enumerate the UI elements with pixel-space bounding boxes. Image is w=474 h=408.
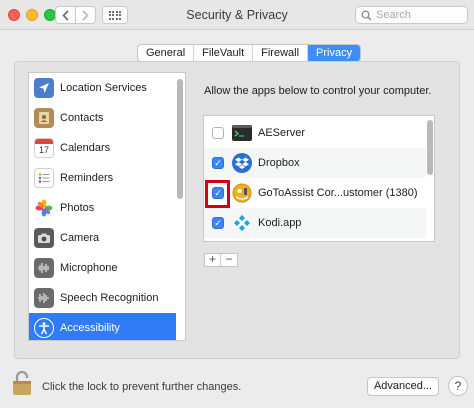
sidebar-item-photos[interactable]: Photos	[29, 193, 176, 223]
add-remove-control: + −	[204, 253, 238, 267]
app-name: GoToAssist Cor...ustomer (1380)	[258, 187, 418, 199]
app-name: Kodi.app	[258, 217, 302, 229]
sidebar-item-label: Reminders	[60, 172, 114, 184]
calendar-icon: 17	[34, 138, 54, 158]
app-checkbox-dropbox[interactable]: ✓	[212, 157, 224, 169]
photos-flower-icon	[34, 198, 54, 218]
microphone-waveform-icon	[34, 258, 54, 278]
sidebar-item-contacts[interactable]: Contacts	[29, 103, 176, 133]
sidebar-item-label: Accessibility	[60, 322, 120, 334]
help-button[interactable]: ?	[448, 376, 468, 396]
lock-text: Click the lock to prevent further change…	[42, 381, 242, 393]
app-row-kodi[interactable]: ✓ Kodi.app	[204, 208, 426, 238]
tab-general[interactable]: General	[138, 45, 195, 61]
sidebar-item-calendars[interactable]: 17 Calendars	[29, 133, 176, 163]
sidebar-item-label: Speech Recognition	[60, 292, 159, 304]
tab-filevault[interactable]: FileVault	[194, 45, 254, 61]
app-row-aeserver[interactable]: AEServer	[204, 118, 426, 148]
gotoassist-icon	[232, 183, 252, 203]
lock-icon[interactable]	[12, 370, 32, 396]
terminal-icon	[232, 123, 252, 143]
sidebar-item-label: Microphone	[60, 262, 118, 274]
title-bar: Security & Privacy	[0, 0, 474, 30]
app-checkbox-aeserver[interactable]	[212, 127, 224, 139]
sidebar-item-label: Camera	[60, 232, 100, 244]
privacy-category-list[interactable]: Location Services Contacts 17 Calendars …	[28, 72, 186, 341]
search-input[interactable]	[376, 9, 466, 21]
app-checkbox-kodi[interactable]: ✓	[212, 217, 224, 229]
app-list[interactable]: AEServer ✓ Dropbox ✓ GoToAssist Cor...us…	[203, 115, 435, 242]
location-arrow-icon	[34, 78, 54, 98]
sidebar-item-speech-recognition[interactable]: Speech Recognition	[29, 283, 176, 313]
tab-bar: General FileVault Firewall Privacy	[137, 44, 362, 62]
sidebar-item-label: Contacts	[60, 112, 104, 124]
kodi-icon	[232, 213, 252, 233]
sidebar-item-camera[interactable]: Camera	[29, 223, 176, 253]
advanced-button[interactable]: Advanced...	[367, 377, 439, 396]
app-row-dropbox[interactable]: ✓ Dropbox	[204, 148, 426, 178]
contacts-book-icon	[34, 108, 54, 128]
speech-waveform-icon	[34, 288, 54, 308]
remove-app-button[interactable]: −	[221, 253, 237, 266]
reminders-list-icon	[34, 168, 54, 188]
app-row-gotoassist[interactable]: ✓ GoToAssist Cor...ustomer (1380)	[204, 178, 426, 208]
search-field[interactable]	[355, 6, 468, 24]
search-icon	[361, 9, 372, 20]
tab-privacy[interactable]: Privacy	[308, 45, 361, 61]
instruction-text: Allow the apps below to control your com…	[204, 85, 432, 97]
sidebar-item-accessibility[interactable]: Accessibility	[29, 313, 176, 340]
camera-icon	[34, 228, 54, 248]
sidebar-item-label: Calendars	[60, 142, 111, 154]
app-name: Dropbox	[258, 157, 300, 169]
accessibility-person-icon	[34, 318, 54, 338]
dropbox-icon	[232, 153, 252, 173]
sidebar-item-label: Location Services	[60, 82, 147, 94]
tab-firewall[interactable]: Firewall	[253, 45, 309, 61]
add-app-button[interactable]: +	[205, 253, 221, 266]
app-list-scrollbar[interactable]	[427, 120, 433, 175]
sidebar-scrollbar[interactable]	[177, 79, 183, 199]
sidebar-item-reminders[interactable]: Reminders	[29, 163, 176, 193]
sidebar-item-location-services[interactable]: Location Services	[29, 73, 176, 103]
app-name: AEServer	[258, 127, 306, 139]
sidebar-item-microphone[interactable]: Microphone	[29, 253, 176, 283]
sidebar-item-label: Photos	[60, 202, 95, 214]
calendar-day-number: 17	[38, 145, 49, 155]
highlight-box	[205, 180, 230, 208]
